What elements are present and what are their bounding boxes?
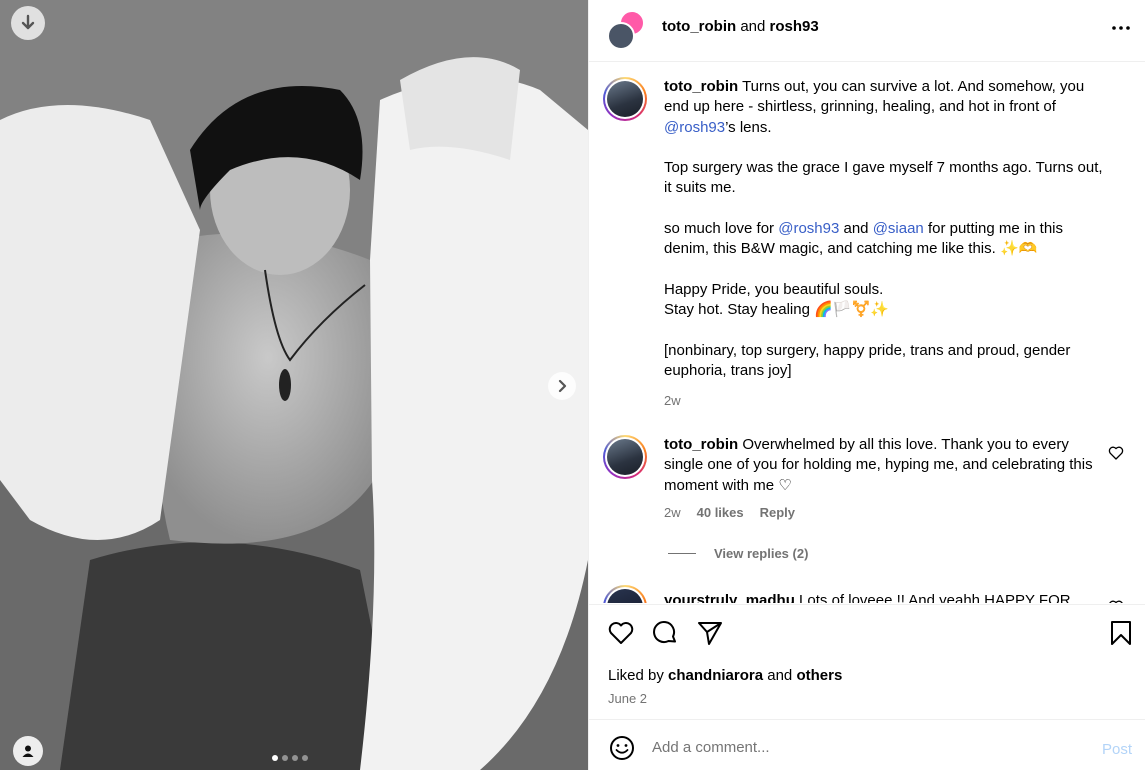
carousel-indicator: [272, 755, 308, 761]
photo-image: [0, 0, 588, 770]
caption-segment: and: [839, 220, 873, 238]
carousel-dot: [292, 755, 298, 761]
download-button[interactable]: [11, 6, 45, 40]
emoji-icon[interactable]: [609, 735, 635, 761]
tagged-users-button[interactable]: [13, 736, 43, 766]
reply-button[interactable]: Reply: [760, 505, 795, 520]
user-icon: [22, 745, 34, 757]
comment-author[interactable]: yourstruly_madhu: [664, 592, 795, 603]
liked-by: Liked by chandniarora and others: [608, 667, 842, 684]
mention-link[interactable]: @rosh93: [664, 119, 725, 136]
caption-text: toto_robin Turns out, you can survive a …: [664, 77, 1109, 381]
comment-text: toto_robin Overwhelmed by all this love.…: [664, 435, 1109, 496]
carousel-next-button[interactable]: [548, 372, 576, 400]
like-comment-heart-icon[interactable]: [1108, 445, 1124, 461]
divider: [668, 553, 696, 554]
carousel-dot: [302, 755, 308, 761]
post-authors: toto_robin and rosh93: [662, 18, 819, 35]
mention-link[interactable]: @rosh93: [778, 220, 839, 237]
comment-meta: 2w 40 likes Reply: [664, 505, 795, 520]
caption-paragraph: Top surgery was the grace I gave myself …: [664, 159, 1103, 197]
add-comment-bar: Post: [589, 721, 1145, 770]
arrow-down-icon: [21, 14, 35, 30]
post-header: toto_robin and rosh93: [589, 0, 1145, 62]
carousel-dot: [282, 755, 288, 761]
share-button[interactable]: [696, 619, 724, 647]
like-button[interactable]: [607, 619, 635, 647]
comment-author[interactable]: toto_robin: [664, 436, 738, 453]
carousel-dot: [272, 755, 278, 761]
caption-segment: so much love for: [664, 220, 779, 238]
post-photo[interactable]: [0, 0, 588, 770]
comment-bubble-icon: [653, 621, 676, 644]
liked-by-others-link[interactable]: others: [796, 667, 842, 684]
post-comment-button[interactable]: Post: [1102, 741, 1132, 758]
comments-list[interactable]: toto_robin Turns out, you can survive a …: [589, 63, 1145, 603]
caption-segment: ’s lens.: [725, 118, 772, 136]
mention-link[interactable]: @siaan: [873, 220, 924, 237]
view-replies-button[interactable]: View replies (2): [668, 546, 808, 561]
add-comment-input[interactable]: [652, 739, 1072, 756]
liked-by-and: and: [767, 667, 793, 684]
save-button[interactable]: [1107, 619, 1135, 647]
liked-by-prefix: Liked by: [608, 667, 664, 684]
view-replies-label: View replies (2): [714, 546, 809, 561]
caption-line: Happy Pride, you beautiful souls.: [664, 280, 884, 298]
post-date[interactable]: June 2: [608, 691, 647, 706]
caption-line: Stay hot. Stay healing 🌈🏳️⚧️✨: [664, 301, 889, 319]
collab-avatars[interactable]: [607, 10, 647, 50]
comment-text: yourstruly_madhu Lots of loveee !! And y…: [664, 591, 1109, 603]
avatar[interactable]: [603, 77, 647, 121]
timestamp: 2w: [664, 393, 681, 408]
chevron-right-icon: [558, 379, 567, 393]
more-horizontal-icon: [1112, 26, 1130, 30]
caption-paragraph: [nonbinary, top surgery, happy pride, tr…: [664, 341, 1071, 380]
comment-likes[interactable]: 40 likes: [697, 505, 744, 520]
avatar[interactable]: [603, 435, 647, 479]
paper-plane-icon: [698, 622, 722, 645]
comment-button[interactable]: [651, 619, 679, 647]
collaborator-link[interactable]: rosh93: [770, 18, 819, 35]
caption-author[interactable]: toto_robin: [664, 78, 738, 95]
author-link[interactable]: toto_robin: [662, 18, 736, 35]
bookmark-icon: [1111, 621, 1131, 645]
more-options-button[interactable]: [1109, 16, 1133, 40]
like-comment-heart-icon[interactable]: [1108, 599, 1124, 603]
heart-icon: [608, 622, 634, 644]
post-detail-panel: toto_robin and rosh93 toto_robin Turns o…: [588, 0, 1145, 770]
avatar[interactable]: [603, 585, 647, 603]
avatar: [607, 22, 635, 50]
post-actions: Liked by chandniarora and others June 2: [589, 604, 1145, 720]
liked-by-user-link[interactable]: chandniarora: [668, 667, 763, 684]
caption-meta: 2w: [664, 393, 681, 408]
comment-body: Lots of loveee !! And yeahh HAPPY FOR: [799, 592, 1071, 603]
timestamp: 2w: [664, 505, 681, 520]
author-joiner: and: [740, 18, 766, 35]
